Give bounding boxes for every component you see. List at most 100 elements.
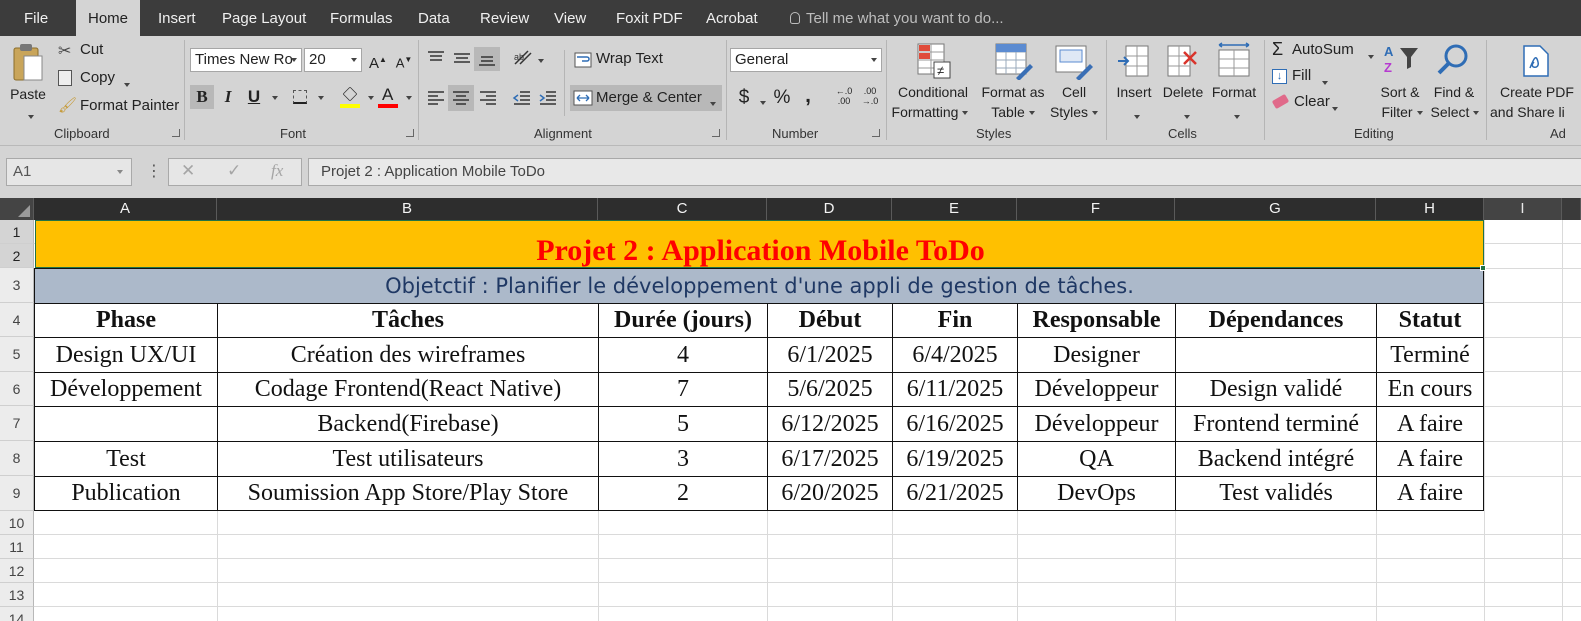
fill-button[interactable]: ↓ Fill	[1270, 66, 1340, 88]
column-header-i[interactable]: I	[1484, 198, 1562, 220]
table-cell[interactable]: Design UX/UI	[35, 338, 217, 372]
borders-button[interactable]	[288, 85, 312, 109]
header-debut[interactable]: Début	[768, 304, 892, 337]
delete-cells-button[interactable]: Delete	[1158, 40, 1208, 124]
tab-insert[interactable]: Insert	[146, 0, 208, 36]
fill-color-dropdown[interactable]	[362, 85, 376, 109]
header-phase[interactable]: Phase	[35, 304, 217, 337]
column-header-j[interactable]	[1562, 198, 1581, 220]
number-format-select[interactable]: General	[730, 48, 882, 72]
table-cell[interactable]: Publication	[35, 477, 217, 510]
row-header-10[interactable]: 10	[0, 511, 34, 535]
find-select-button[interactable]: Find & Select	[1426, 40, 1482, 124]
align-right-icon[interactable]	[478, 90, 498, 106]
alignment-launcher-icon[interactable]	[712, 129, 720, 137]
tab-formulas[interactable]: Formulas	[318, 0, 405, 36]
table-cell[interactable]: 6/17/2025	[768, 442, 892, 476]
row-header-8[interactable]: 8	[0, 441, 34, 476]
increase-indent-icon[interactable]	[538, 90, 558, 106]
underline-button[interactable]: U	[242, 85, 266, 109]
table-cell[interactable]: Développeur	[1018, 407, 1175, 441]
align-bottom-button[interactable]	[474, 47, 500, 71]
sort-filter-button[interactable]: AZ Sort & Filter	[1374, 40, 1426, 124]
cut-button[interactable]: ✂ Cut	[56, 40, 126, 62]
table-cell[interactable]: Designer	[1018, 338, 1175, 372]
row-header-7[interactable]: 7	[0, 406, 34, 441]
insert-cells-button[interactable]: Insert	[1110, 40, 1158, 124]
row-header-12[interactable]: 12	[0, 559, 34, 583]
table-cell[interactable]: 6/11/2025	[893, 373, 1017, 406]
autosum-button[interactable]: Σ AutoSum	[1270, 39, 1374, 62]
table-cell[interactable]: 6/19/2025	[893, 442, 1017, 476]
align-left-icon[interactable]	[426, 90, 446, 106]
tab-foxit-pdf[interactable]: Foxit PDF	[604, 0, 695, 36]
select-all-corner[interactable]	[0, 198, 34, 220]
objective-cell[interactable]: Objetctif : Planifier le développement d…	[35, 268, 1484, 303]
more-options-icon[interactable]: ⋮	[146, 163, 162, 181]
table-cell[interactable]	[35, 407, 217, 441]
create-pdf-button[interactable]: Create PDF and Share li	[1490, 40, 1581, 124]
row-header-14[interactable]: 14	[0, 607, 34, 621]
row-header-3[interactable]: 3	[0, 268, 34, 303]
table-cell[interactable]	[1176, 338, 1376, 372]
font-family-select[interactable]: Times New Ro	[190, 48, 302, 72]
header-dependances[interactable]: Dépendances	[1176, 304, 1376, 337]
row-header-5[interactable]: 5	[0, 337, 34, 372]
column-header-g[interactable]: G	[1175, 198, 1376, 220]
header-fin[interactable]: Fin	[893, 304, 1017, 337]
enter-icon[interactable]: ✓	[227, 161, 241, 181]
column-header-f[interactable]: F	[1017, 198, 1175, 220]
fill-color-button[interactable]	[338, 85, 362, 109]
currency-button[interactable]: $	[732, 86, 756, 110]
comma-style-button[interactable]: ,	[796, 84, 820, 108]
table-cell[interactable]: Test	[35, 442, 217, 476]
header-duree[interactable]: Durée (jours)	[599, 304, 767, 337]
format-cells-button[interactable]: Format	[1208, 40, 1260, 124]
font-size-select[interactable]: 20	[304, 48, 362, 72]
table-cell[interactable]: Design validé	[1176, 373, 1376, 406]
table-cell[interactable]: Création des wireframes	[218, 338, 598, 372]
tab-review[interactable]: Review	[468, 0, 541, 36]
increase-font-size-button[interactable]: A▲	[366, 48, 390, 72]
align-middle-icon[interactable]	[452, 50, 472, 66]
underline-dropdown[interactable]	[266, 85, 280, 109]
align-center-button[interactable]	[448, 85, 474, 111]
increase-decimal-button[interactable]: ←.0.00	[832, 86, 856, 110]
row-header-4[interactable]: 4	[0, 303, 34, 337]
table-cell[interactable]: 3	[599, 442, 767, 476]
table-cell[interactable]: En cours	[1377, 373, 1483, 406]
tab-home[interactable]: Home	[76, 0, 141, 36]
table-cell[interactable]: 5/6/2025	[768, 373, 892, 406]
table-cell[interactable]: DevOps	[1018, 477, 1175, 510]
column-header-h[interactable]: H	[1376, 198, 1484, 220]
wrap-text-button[interactable]: Wrap Text	[572, 48, 672, 72]
table-cell[interactable]: Test utilisateurs	[218, 442, 598, 476]
table-cell[interactable]: Frontend terminé	[1176, 407, 1376, 441]
column-header-c[interactable]: C	[598, 198, 767, 220]
table-cell[interactable]: A faire	[1377, 442, 1483, 476]
formula-input[interactable]: Projet 2 : Application Mobile ToDo	[308, 158, 1581, 186]
name-box[interactable]: A1	[6, 158, 132, 186]
table-cell[interactable]: 7	[599, 373, 767, 406]
table-cell[interactable]: 6/21/2025	[893, 477, 1017, 510]
paste-button[interactable]: Paste	[6, 40, 50, 120]
fill-handle[interactable]	[1480, 265, 1486, 271]
table-cell[interactable]: Soumission App Store/Play Store	[218, 477, 598, 510]
copy-button[interactable]: Copy	[56, 68, 136, 90]
tell-me-search[interactable]: Tell me what you want to do...	[790, 0, 1004, 36]
decrease-font-size-button[interactable]: A▼	[392, 48, 416, 72]
table-cell[interactable]: QA	[1018, 442, 1175, 476]
table-cell[interactable]: Test validés	[1176, 477, 1376, 510]
table-cell[interactable]: Développement	[35, 373, 217, 406]
column-header-d[interactable]: D	[767, 198, 892, 220]
table-cell[interactable]: Codage Frontend(React Native)	[218, 373, 598, 406]
decrease-indent-icon[interactable]	[512, 90, 532, 106]
table-cell[interactable]: 4	[599, 338, 767, 372]
table-cell[interactable]: 6/4/2025	[893, 338, 1017, 372]
percent-button[interactable]: %	[770, 86, 794, 110]
font-color-dropdown[interactable]	[400, 85, 414, 109]
cell-styles-button[interactable]: Cell Styles	[1046, 40, 1102, 124]
row-header-13[interactable]: 13	[0, 583, 34, 607]
tab-page-layout[interactable]: Page Layout	[210, 0, 318, 36]
cancel-icon[interactable]: ✕	[181, 161, 195, 181]
